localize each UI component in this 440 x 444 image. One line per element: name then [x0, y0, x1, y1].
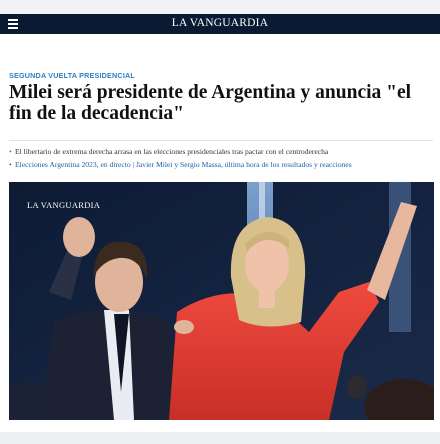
summary-bullet: • El libertario de extrema derecha arrasa… [9, 145, 439, 158]
divider [9, 140, 433, 141]
site-header: LA VANGUARDIA [0, 14, 440, 34]
bottom-strip [0, 432, 440, 444]
photo-illustration [9, 182, 434, 420]
summary-bullet-text: El libertario de extrema derecha arrasa … [15, 147, 329, 156]
article-photo[interactable]: LA VANGUARDIA [9, 182, 434, 420]
live-coverage-link-text[interactable]: Elecciones Argentina 2023, en directo | … [15, 160, 352, 169]
article-card: LA VANGUARDIA SEGUNDA VUELTA PRESIDENCIA… [0, 0, 440, 444]
site-logo[interactable]: LA VANGUARDIA [0, 17, 440, 29]
photo-watermark: LA VANGUARDIA [27, 200, 101, 210]
browser-top-strip [0, 0, 440, 14]
article-kicker[interactable]: SEGUNDA VUELTA PRESIDENCIAL [9, 71, 135, 80]
article-summary-list: • El libertario de extrema derecha arrasa… [9, 145, 439, 171]
article-headline[interactable]: Milei será presidente de Argentina y anu… [9, 82, 429, 124]
live-coverage-link[interactable]: • Elecciones Argentina 2023, en directo |… [9, 158, 439, 171]
